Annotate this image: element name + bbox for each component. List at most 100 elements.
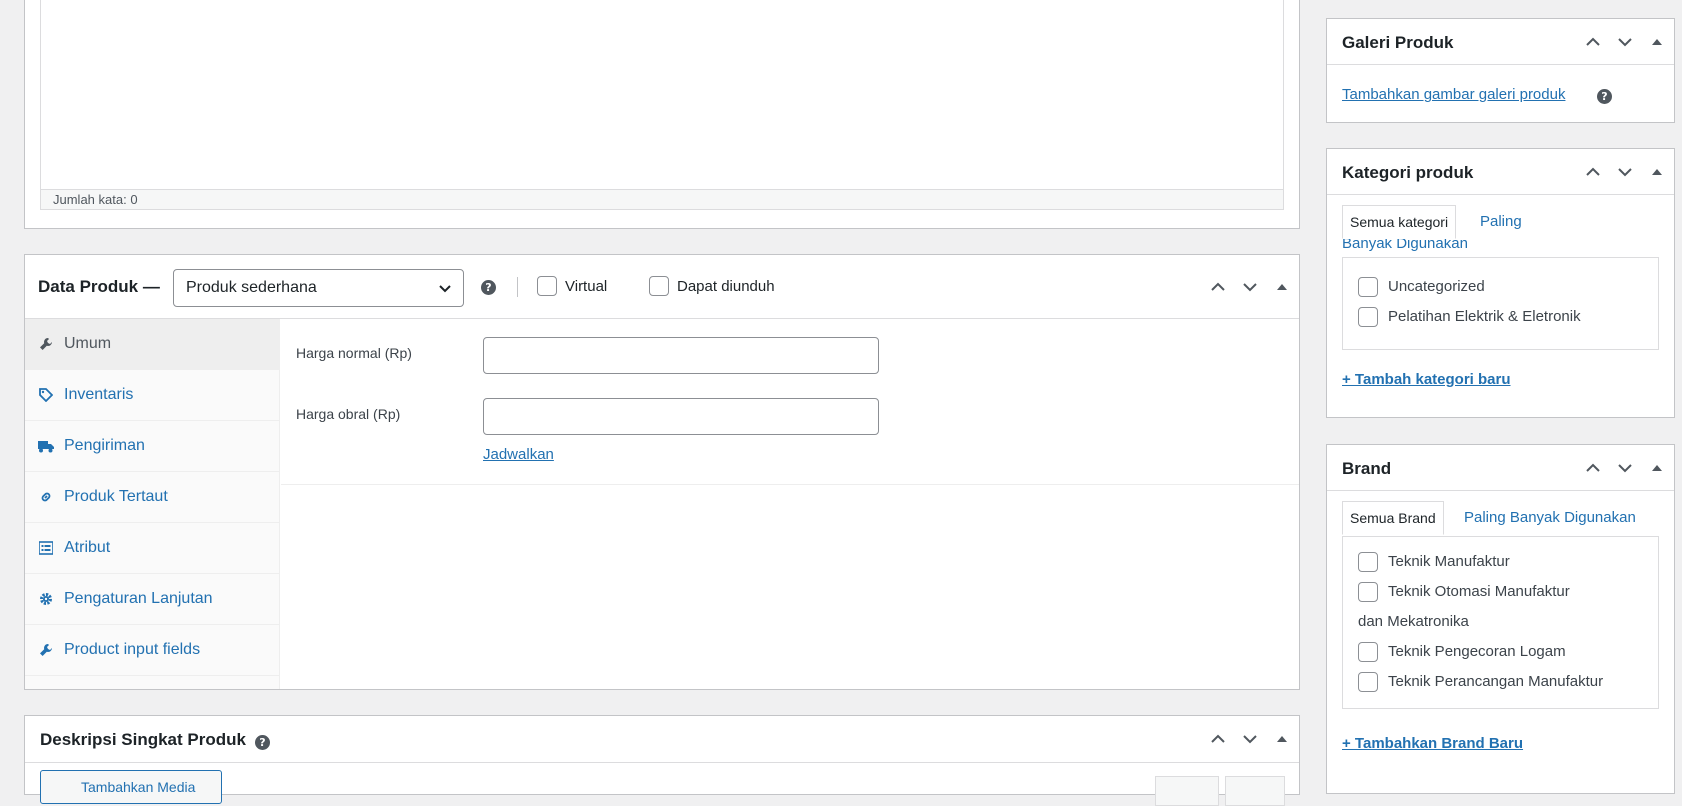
add-gallery-images-link[interactable]: Tambahkan gambar galeri produk <box>1342 86 1565 103</box>
brand-label: Teknik Perancangan Manufaktur <box>1388 673 1604 690</box>
add-brand-link[interactable]: + Tambahkan Brand Baru <box>1342 735 1523 752</box>
box-controls <box>1584 149 1666 194</box>
divider <box>517 277 518 297</box>
category-checkbox[interactable] <box>1358 277 1378 297</box>
product-type-select[interactable]: Produk sederhana <box>173 269 464 307</box>
move-up-icon[interactable] <box>1584 459 1602 477</box>
box-controls <box>1584 445 1666 490</box>
truck-icon <box>38 438 54 454</box>
add-media-button[interactable]: Tambahkan Media <box>40 770 222 804</box>
tab-label: Product input fields <box>64 641 201 658</box>
virtual-checkbox[interactable] <box>537 276 557 296</box>
brand-label: Teknik Otomasi Manufaktur <box>1388 583 1570 600</box>
word-count-status: Jumlah kata: 0 <box>40 189 1284 210</box>
tab-atribut[interactable]: Atribut <box>25 523 279 574</box>
product-gallery-header: Galeri Produk <box>1327 19 1674 65</box>
help-icon[interactable]: ? <box>481 280 496 295</box>
product-categories-title: Kategori produk <box>1342 163 1474 182</box>
product-categories-box: Kategori produk Semua kategori Paling Ba… <box>1326 148 1675 418</box>
tab-most-used-categories[interactable]: Paling <box>1480 213 1522 230</box>
brand-checkbox[interactable] <box>1358 642 1378 662</box>
downloadable-label: Dapat diunduh <box>677 277 775 295</box>
product-type-value: Produk sederhana <box>186 279 317 296</box>
move-down-icon[interactable] <box>1241 278 1259 296</box>
list-item: Teknik Otomasi Manufaktur <box>1343 577 1658 607</box>
regular-price-input[interactable] <box>483 337 879 374</box>
product-data-tabs: Umum Inventaris Pengiriman Produk Tertau… <box>25 319 280 689</box>
sale-price-input[interactable] <box>483 398 879 435</box>
category-list: Uncategorized Pelatihan Elektrik & Eletr… <box>1342 257 1659 350</box>
tab-pengaturan-lanjutan[interactable]: Pengaturan Lanjutan <box>25 574 279 625</box>
list-item: dan Mekatronika <box>1343 607 1658 637</box>
wrench-icon <box>38 642 54 658</box>
downloadable-checkbox[interactable] <box>649 276 669 296</box>
help-icon[interactable]: ? <box>255 735 270 750</box>
toggle-panel-icon[interactable] <box>1648 459 1666 477</box>
text-tab-button[interactable] <box>1225 776 1285 806</box>
tab-product-input-fields[interactable]: Product input fields <box>25 625 279 676</box>
brand-box: Brand Semua Brand Paling Banyak Digunaka… <box>1326 444 1675 794</box>
general-panel: Harga normal (Rp) Harga obral (Rp) Jadwa… <box>281 319 1299 485</box>
brand-title: Brand <box>1342 459 1392 478</box>
tab-inventaris[interactable]: Inventaris <box>25 370 279 421</box>
move-down-icon[interactable] <box>1241 730 1259 748</box>
brand-list: Teknik Manufaktur Teknik Otomasi Manufak… <box>1342 536 1659 709</box>
tab-produk-tertaut[interactable]: Produk Tertaut <box>25 472 279 523</box>
tab-label: Inventaris <box>64 386 134 403</box>
sale-price-label: Harga obral (Rp) <box>296 406 401 422</box>
move-up-icon[interactable] <box>1209 278 1227 296</box>
gear-icon <box>38 591 54 607</box>
move-down-icon[interactable] <box>1616 33 1634 51</box>
category-label: Uncategorized <box>1388 278 1485 295</box>
tab-label: Produk Tertaut <box>64 488 168 505</box>
visual-tab-button[interactable] <box>1155 776 1219 806</box>
brand-label: Teknik Manufaktur <box>1388 553 1510 570</box>
toggle-panel-icon[interactable] <box>1273 278 1291 296</box>
wrench-icon <box>38 336 54 352</box>
tab-pengiriman[interactable]: Pengiriman <box>25 421 279 472</box>
tab-umum[interactable]: Umum <box>25 319 279 370</box>
move-up-icon[interactable] <box>1209 730 1227 748</box>
schedule-link[interactable]: Jadwalkan <box>483 446 554 463</box>
box-controls <box>1209 716 1291 762</box>
link-icon <box>38 489 54 505</box>
toggle-panel-icon[interactable] <box>1648 163 1666 181</box>
move-up-icon[interactable] <box>1584 33 1602 51</box>
brand-label-continued: dan Mekatronika <box>1358 613 1469 630</box>
product-data-header: Data Produk — Produk sederhana ? Virtual… <box>25 255 1299 319</box>
move-down-icon[interactable] <box>1616 163 1634 181</box>
brand-checkbox[interactable] <box>1358 582 1378 602</box>
chevron-down-icon <box>437 280 453 301</box>
add-category-link[interactable]: + Tambah kategori baru <box>1342 371 1511 388</box>
list-item: Pelatihan Elektrik & Eletronik <box>1343 302 1658 332</box>
tab-label: Atribut <box>64 539 111 556</box>
short-description-header: Deskripsi Singkat Produk ? <box>25 716 1299 763</box>
list-item: Teknik Pengecoran Logam <box>1343 637 1658 667</box>
brand-checkbox[interactable] <box>1358 672 1378 692</box>
help-icon[interactable]: ? <box>1597 89 1612 104</box>
move-up-icon[interactable] <box>1584 163 1602 181</box>
brand-checkbox[interactable] <box>1358 552 1378 572</box>
category-label: Pelatihan Elektrik & Eletronik <box>1388 308 1581 325</box>
regular-price-label: Harga normal (Rp) <box>296 345 412 361</box>
list-item: Uncategorized <box>1343 272 1658 302</box>
list-item: Teknik Perancangan Manufaktur <box>1343 667 1658 697</box>
short-description-title: Deskripsi Singkat Produk <box>40 730 246 749</box>
content-editor-area[interactable] <box>40 0 1284 190</box>
short-description-box: Deskripsi Singkat Produk ? Tambahkan Med… <box>24 715 1300 806</box>
move-down-icon[interactable] <box>1616 459 1634 477</box>
list-icon <box>38 540 54 556</box>
tab-most-used-brands[interactable]: Paling Banyak Digunakan <box>1464 509 1636 526</box>
list-item: Teknik Manufaktur <box>1343 547 1658 577</box>
product-data-title: Data Produk — <box>38 277 160 296</box>
toggle-panel-icon[interactable] <box>1648 33 1666 51</box>
content-editor-box: Jumlah kata: 0 <box>24 0 1300 229</box>
category-checkbox[interactable] <box>1358 307 1378 327</box>
product-data-box: Data Produk — Produk sederhana ? Virtual… <box>24 254 1300 690</box>
tab-all-categories[interactable]: Semua kategori <box>1342 205 1457 239</box>
tag-icon <box>38 387 54 403</box>
virtual-label: Virtual <box>565 277 608 295</box>
brand-header: Brand <box>1327 445 1674 491</box>
toggle-panel-icon[interactable] <box>1273 730 1291 748</box>
tab-all-brands[interactable]: Semua Brand <box>1342 501 1444 535</box>
